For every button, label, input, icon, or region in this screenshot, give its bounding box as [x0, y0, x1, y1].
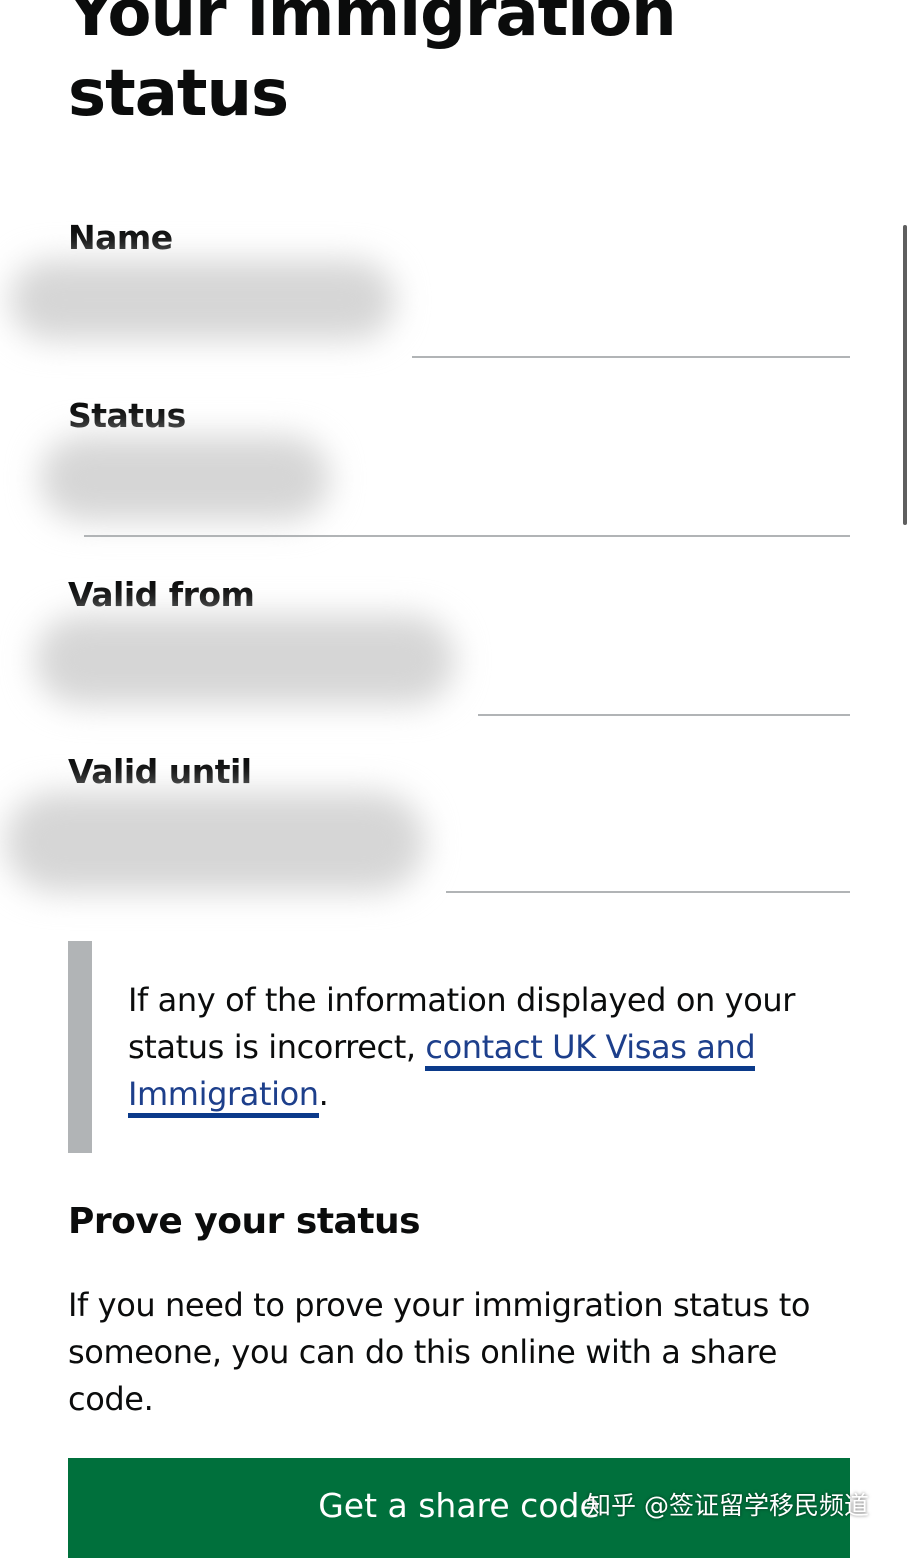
summary-row-name: Name	[0, 218, 850, 360]
row-divider	[478, 714, 850, 716]
inset-text: If any of the information displayed on y…	[128, 977, 848, 1118]
scrollbar[interactable]	[903, 225, 907, 525]
valid-until-label: Valid until	[68, 752, 252, 791]
status-label: Status	[68, 396, 186, 435]
inset-notice: If any of the information displayed on y…	[68, 941, 848, 1153]
row-divider	[412, 356, 850, 358]
page-title: Your immigration status	[68, 0, 677, 131]
valid-from-value-redacted	[35, 615, 455, 705]
summary-row-valid-from: Valid from	[0, 575, 850, 717]
status-value-redacted	[40, 436, 330, 521]
watermark: 知乎 @签证留学移民频道	[586, 1491, 869, 1520]
name-label: Name	[68, 218, 173, 257]
prove-status-heading: Prove your status	[68, 1201, 421, 1242]
summary-row-valid-until: Valid until	[0, 752, 850, 894]
row-divider	[446, 891, 850, 893]
prove-status-body: If you need to prove your immigration st…	[68, 1286, 811, 1418]
summary-row-status: Status	[0, 396, 850, 538]
valid-until-value-redacted	[5, 792, 425, 892]
row-divider	[84, 535, 850, 537]
name-value-redacted	[10, 260, 395, 340]
inset-text-end: .	[318, 1075, 329, 1113]
valid-from-label: Valid from	[68, 575, 255, 614]
